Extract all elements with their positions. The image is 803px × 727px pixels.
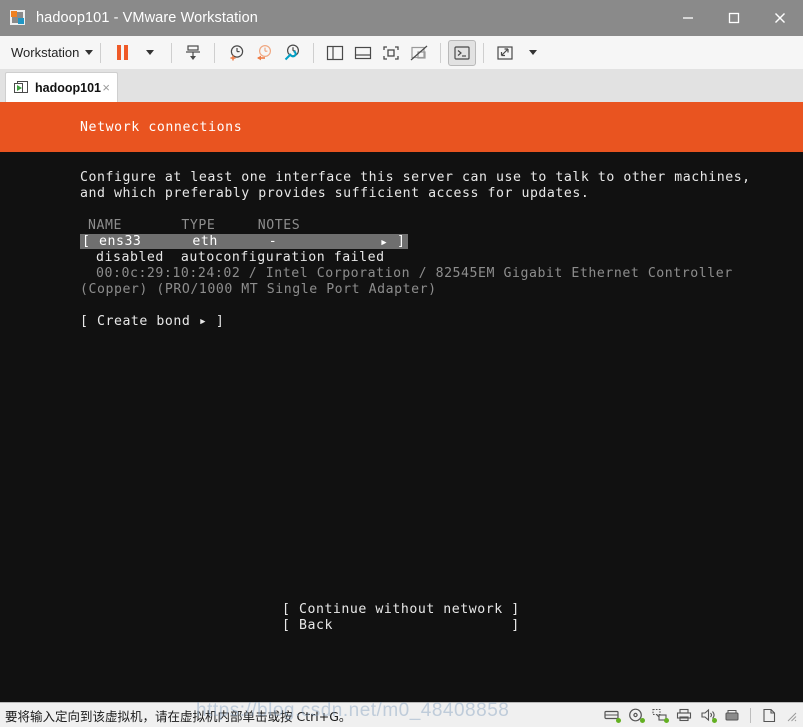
description-line-2: and which preferably provides sufficient…: [80, 186, 590, 201]
status-dot: [640, 717, 645, 723]
description-line-1: Configure at least one interface this se…: [80, 170, 751, 185]
chevron-down-icon: [85, 50, 94, 55]
continue-without-network-button[interactable]: [ Continue without network ]: [282, 602, 520, 618]
toolbar-divider: [483, 42, 485, 63]
snapshot-revert-icon: [257, 44, 272, 60]
toolbar-divider: [313, 42, 315, 63]
manage-snapshot-button[interactable]: [179, 40, 207, 66]
toolbar-divider: [171, 42, 173, 63]
fullscreen-icon: [383, 45, 400, 60]
chevron-right-icon: ▸: [380, 235, 389, 250]
status-divider: [750, 707, 751, 723]
show-thumbnail-bar-button[interactable]: [349, 40, 377, 66]
snapshot-add-icon: [230, 44, 244, 60]
window-controls: [665, 0, 803, 36]
panel-bottom-icon: [355, 46, 372, 59]
snapshot-wrench-icon: [285, 43, 300, 60]
close-button[interactable]: [757, 0, 803, 36]
panel-left-icon: [327, 45, 344, 60]
console-view-button[interactable]: [448, 39, 477, 66]
power-dropdown-button[interactable]: [136, 40, 164, 66]
interface-status: disabled autoconfiguration failed: [96, 250, 385, 265]
snapshot-manager-button[interactable]: [278, 40, 306, 66]
hard-disk-icon[interactable]: [603, 708, 621, 723]
resize-grip-icon[interactable]: [785, 709, 797, 722]
installer-header: Network connections: [0, 102, 803, 152]
interface-row-text: [ ens33 eth -: [82, 234, 278, 249]
status-dot: [712, 717, 717, 723]
minimize-button[interactable]: [665, 0, 711, 36]
usb-device-icon[interactable]: [723, 708, 740, 723]
back-button[interactable]: [ Back ]: [282, 618, 520, 634]
sound-card-icon[interactable]: [699, 708, 717, 723]
stretch-view-button[interactable]: [491, 40, 519, 66]
interface-hardware-line-1: 00:0c:29:10:24:02 / Intel Corporation / …: [96, 266, 733, 281]
status-dot: [616, 717, 621, 723]
pause-icon: [116, 45, 128, 60]
chevron-down-icon: [146, 50, 155, 55]
enter-fullscreen-button[interactable]: [377, 40, 405, 66]
chevron-down-icon: [529, 50, 538, 55]
view-dropdown-button[interactable]: [519, 40, 547, 66]
device-status-icons: [603, 707, 799, 723]
installer-body: Configure at least one interface this se…: [0, 152, 803, 702]
vmware-logo-icon: [10, 9, 27, 27]
vm-running-icon: [14, 80, 29, 95]
snapshot-manage-icon: [186, 44, 201, 60]
printer-icon[interactable]: [675, 708, 692, 723]
tab-label: hadoop101: [35, 80, 101, 95]
suspend-button[interactable]: [108, 40, 136, 66]
maximize-button[interactable]: [711, 0, 757, 36]
workstation-menu-button[interactable]: Workstation: [11, 45, 94, 60]
revert-snapshot-button[interactable]: [250, 40, 278, 66]
interface-row-bracket-close: ]: [397, 234, 406, 249]
unity-off-icon: [411, 45, 428, 60]
show-library-button[interactable]: [321, 40, 349, 66]
network-adapter-icon[interactable]: [651, 708, 669, 723]
toolbar-divider: [440, 42, 442, 63]
toolbar-divider: [100, 42, 102, 63]
unity-mode-button[interactable]: [405, 40, 433, 66]
vmware-status-bar: 要将输入定向到该虚拟机，请在虚拟机内部单击或按 Ctrl+G。: [0, 702, 803, 727]
tab-hadoop101[interactable]: hadoop101 ×: [5, 72, 118, 102]
tab-close-icon[interactable]: ×: [102, 81, 110, 94]
cd-dvd-icon[interactable]: [627, 708, 645, 723]
vm-console-screen[interactable]: Network connections Configure at least o…: [0, 102, 803, 702]
interface-row-ens33[interactable]: [ ens33 eth - ▸ ]: [80, 234, 408, 250]
vm-tab-strip: hadoop101 ×: [0, 69, 803, 102]
status-message: 要将输入定向到该虚拟机，请在虚拟机内部单击或按 Ctrl+G。: [5, 708, 352, 724]
table-header-row: NAME TYPE NOTES: [88, 218, 301, 233]
interface-hardware-line-2: (Copper) (PRO/1000 MT Single Port Adapte…: [80, 282, 437, 297]
toolbar-divider: [214, 42, 216, 63]
main-toolbar: Workstation: [0, 36, 803, 70]
resize-arrows-icon: [497, 45, 514, 60]
title-bar: hadoop101 - VMware Workstation: [0, 0, 803, 36]
vmware-workstation-window: hadoop101 - VMware Workstation Workstati…: [0, 0, 803, 727]
terminal-icon: [454, 45, 471, 60]
installer-header-title: Network connections: [80, 120, 243, 135]
window-title: hadoop101 - VMware Workstation: [36, 10, 258, 26]
workstation-menu-label: Workstation: [11, 45, 80, 60]
message-log-icon[interactable]: [761, 708, 778, 723]
take-snapshot-button[interactable]: [222, 40, 250, 66]
create-bond-button[interactable]: [ Create bond ▸ ]: [80, 314, 224, 330]
status-dot: [664, 717, 669, 723]
